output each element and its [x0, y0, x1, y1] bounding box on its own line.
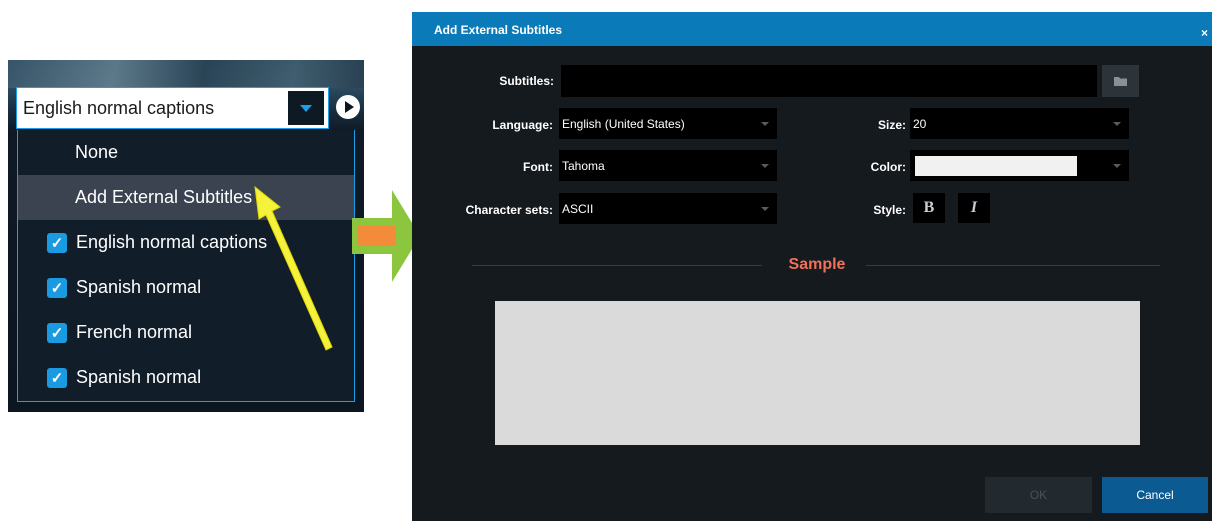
transition-arrow-icon	[352, 190, 420, 282]
font-value: Tahoma	[562, 158, 605, 173]
checkbox-checked-icon[interactable]: ✓	[47, 367, 67, 388]
pointer-arrow-icon	[254, 185, 333, 351]
dialog-title: Add External Subtitles	[434, 23, 563, 37]
play-icon	[345, 101, 354, 113]
menu-item-label: Spanish normal	[76, 367, 202, 387]
menu-item-label: English normal captions	[76, 232, 268, 252]
style-label: Style:	[873, 203, 906, 217]
checkbox-checked-icon[interactable]: ✓	[47, 277, 67, 298]
video-background	[8, 60, 364, 88]
font-select[interactable]: Tahoma	[559, 150, 777, 181]
charset-value: ASCII	[562, 201, 594, 216]
subtitles-path-input[interactable]	[561, 65, 1097, 97]
charset-select[interactable]: ASCII	[559, 193, 777, 224]
subtitles-label: Subtitles:	[499, 74, 554, 88]
italic-button[interactable]: I	[958, 193, 990, 223]
menu-item-spanish-normal-2[interactable]: ✓ Spanish normal	[18, 355, 354, 400]
close-icon[interactable]: ×	[1201, 26, 1208, 40]
bold-button[interactable]: B	[913, 193, 945, 223]
chevron-down-icon	[761, 163, 769, 168]
sample-divider-right	[866, 265, 1160, 266]
caption-dropdown-button[interactable]	[288, 91, 324, 125]
checkbox-checked-icon[interactable]: ✓	[47, 232, 67, 253]
menu-item-label: Add External Subtitles	[75, 187, 253, 207]
size-select[interactable]: 20	[910, 108, 1129, 139]
language-select[interactable]: English (United States)	[559, 108, 777, 139]
language-value: English (United States)	[562, 116, 685, 131]
menu-item-none[interactable]: None	[18, 130, 354, 175]
ok-button[interactable]: OK	[985, 477, 1092, 513]
browse-folder-button[interactable]	[1102, 65, 1139, 97]
menu-item-label: None	[75, 142, 119, 162]
menu-item-label: French normal	[76, 322, 193, 342]
dialog-title-bar: Add External Subtitles ×	[412, 12, 1212, 46]
chevron-down-icon	[1113, 163, 1121, 168]
chevron-down-icon	[761, 206, 769, 211]
add-external-subtitles-dialog: Add External Subtitles × Subtitles: Lang…	[412, 12, 1212, 521]
caption-select[interactable]: English normal captions	[16, 87, 329, 129]
cancel-button[interactable]: Cancel	[1102, 477, 1208, 513]
play-button[interactable]	[336, 95, 360, 119]
checkbox-checked-icon[interactable]: ✓	[47, 322, 67, 343]
size-label: Size:	[877, 118, 906, 132]
color-label: Color:	[870, 160, 906, 174]
chevron-down-icon	[1113, 121, 1121, 126]
caption-select-value: English normal captions	[23, 97, 215, 118]
charset-label: Character sets:	[465, 203, 553, 217]
chevron-down-icon	[300, 104, 312, 112]
size-value: 20	[913, 116, 927, 131]
menu-item-label: Spanish normal	[76, 277, 202, 297]
language-label: Language:	[492, 118, 553, 132]
color-swatch[interactable]	[915, 156, 1077, 176]
chevron-down-icon	[761, 121, 769, 126]
sample-preview	[495, 301, 1140, 445]
folder-icon	[1113, 76, 1127, 86]
font-label: Font:	[523, 160, 553, 174]
